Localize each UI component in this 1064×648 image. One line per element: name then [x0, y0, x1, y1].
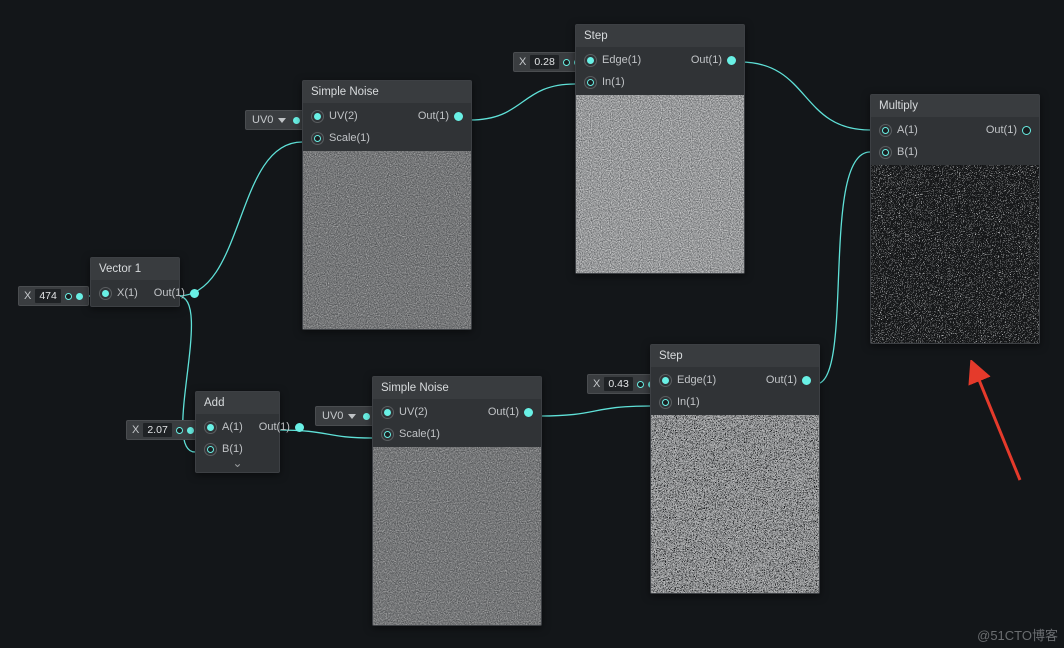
axis-label: X [593, 378, 600, 390]
watermark: @51CTO博客 [977, 625, 1058, 644]
float-input-2[interactable]: X 2.07 [126, 420, 200, 440]
port-icon [65, 293, 72, 300]
preview-noise [303, 151, 471, 329]
node-title: Simple Noise [303, 81, 471, 103]
port-out[interactable]: Out(1) [146, 282, 207, 304]
axis-label: X [24, 290, 31, 302]
port-icon [76, 293, 83, 300]
port-in[interactable]: In(1) [576, 71, 683, 93]
node-step-bot[interactable]: Step Edge(1) In(1) Out(1) [650, 344, 820, 594]
port-edge[interactable]: Edge(1) [576, 49, 683, 71]
port-out[interactable]: Out(1) [480, 401, 541, 423]
node-title: Add [196, 392, 279, 414]
port-x[interactable]: X(1) [91, 282, 146, 304]
port-icon [363, 413, 370, 420]
port-icon [293, 117, 300, 124]
chevron-down-icon [278, 118, 286, 123]
port-a[interactable]: A(1) [871, 119, 978, 141]
float-value[interactable]: 474 [35, 289, 61, 303]
port-b[interactable]: B(1) [196, 438, 251, 460]
preview-step [651, 415, 819, 593]
axis-label: X [132, 424, 139, 436]
port-in[interactable]: In(1) [651, 391, 758, 413]
node-step-top[interactable]: Step Edge(1) In(1) Out(1) [575, 24, 745, 274]
float-input-474[interactable]: X 474 [18, 286, 89, 306]
float-value[interactable]: 2.07 [143, 423, 171, 437]
port-uv[interactable]: UV(2) [303, 105, 410, 127]
port-icon [563, 59, 570, 66]
node-simple-noise-bot[interactable]: Simple Noise UV(2) Scale(1) Out(1) [372, 376, 542, 626]
uv-dropdown-top[interactable]: UV0 [245, 110, 307, 130]
port-out[interactable]: Out(1) [251, 416, 312, 438]
annotation-arrow [955, 360, 1045, 490]
port-out[interactable]: Out(1) [758, 369, 819, 391]
port-uv[interactable]: UV(2) [373, 401, 480, 423]
port-out[interactable]: Out(1) [978, 119, 1039, 141]
port-b[interactable]: B(1) [871, 141, 978, 163]
port-a[interactable]: A(1) [196, 416, 251, 438]
node-simple-noise-top[interactable]: Simple Noise UV(2) Scale(1) Out(1) [302, 80, 472, 330]
chevron-down-icon[interactable]: ⌄ [232, 456, 242, 470]
port-icon [637, 381, 644, 388]
port-icon [176, 427, 183, 434]
axis-label: X [519, 56, 526, 68]
port-out[interactable]: Out(1) [410, 105, 471, 127]
node-title: Multiply [871, 95, 1039, 117]
node-vector1[interactable]: Vector 1 X(1) Out(1) [90, 257, 180, 307]
float-value[interactable]: 0.43 [604, 377, 632, 391]
port-icon [187, 427, 194, 434]
port-scale[interactable]: Scale(1) [373, 423, 480, 445]
port-edge[interactable]: Edge(1) [651, 369, 758, 391]
node-title: Step [576, 25, 744, 47]
port-out[interactable]: Out(1) [683, 49, 744, 71]
node-title: Step [651, 345, 819, 367]
preview-step [576, 95, 744, 273]
preview-noise [373, 447, 541, 625]
node-title: Vector 1 [91, 258, 179, 280]
chevron-down-icon [348, 414, 356, 419]
float-value[interactable]: 0.28 [530, 55, 558, 69]
node-add[interactable]: Add A(1) B(1) Out(1) ⌄ [195, 391, 280, 473]
preview-multiply [871, 165, 1039, 343]
uv-dropdown-bot[interactable]: UV0 [315, 406, 377, 426]
port-scale[interactable]: Scale(1) [303, 127, 410, 149]
node-multiply[interactable]: Multiply A(1) B(1) Out(1) [870, 94, 1040, 344]
node-title: Simple Noise [373, 377, 541, 399]
